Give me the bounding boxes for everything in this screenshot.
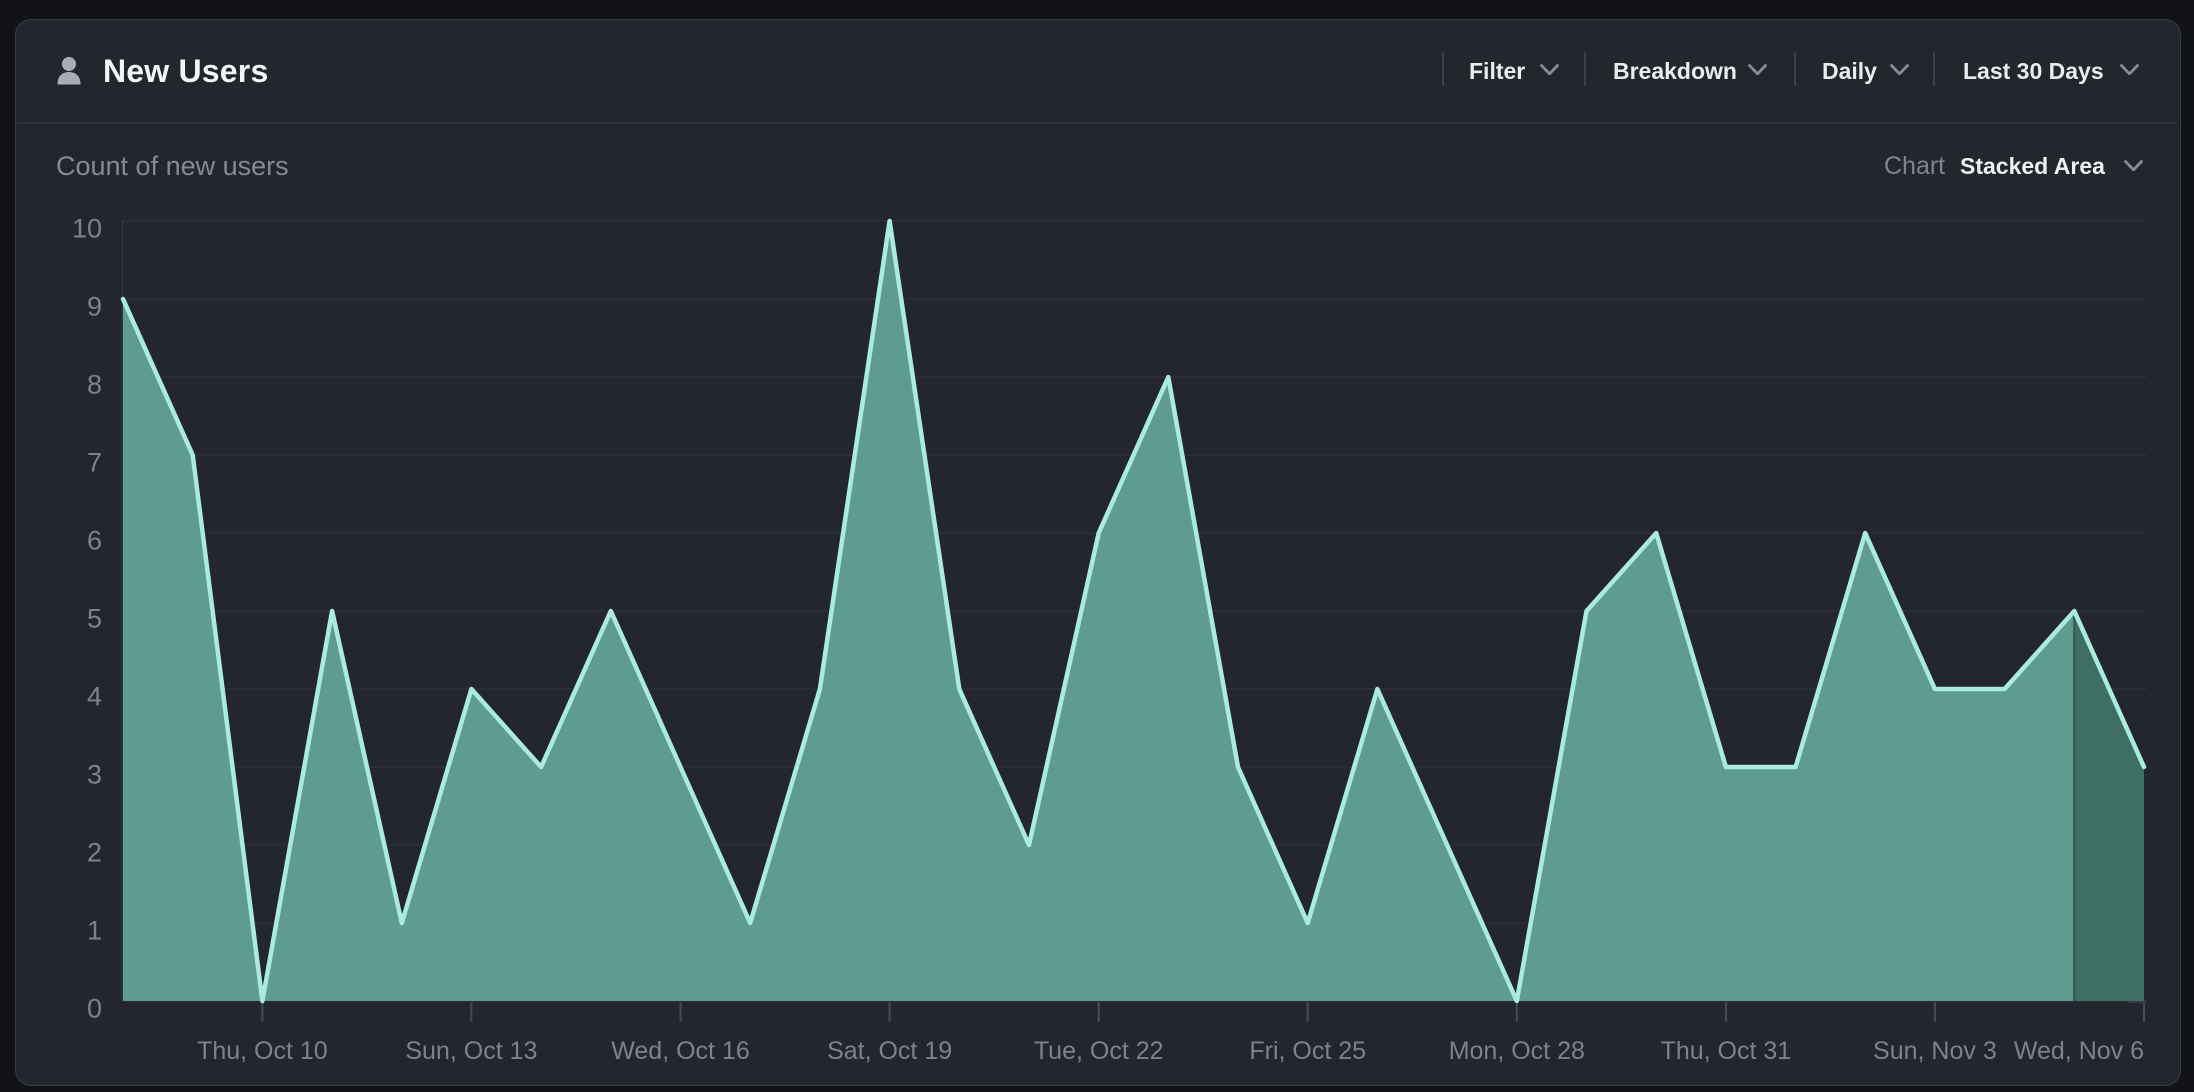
svg-text:9: 9 bbox=[87, 292, 102, 322]
svg-text:10: 10 bbox=[72, 214, 102, 244]
svg-text:Mon, Oct 28: Mon, Oct 28 bbox=[1449, 1037, 1585, 1065]
svg-text:5: 5 bbox=[87, 604, 102, 634]
svg-text:0: 0 bbox=[87, 994, 102, 1024]
svg-text:Sun, Oct 13: Sun, Oct 13 bbox=[405, 1037, 537, 1065]
svg-text:4: 4 bbox=[87, 682, 102, 712]
svg-text:8: 8 bbox=[87, 370, 102, 400]
svg-text:Thu, Oct 31: Thu, Oct 31 bbox=[1661, 1037, 1792, 1065]
svg-text:Tue, Oct 22: Tue, Oct 22 bbox=[1034, 1037, 1164, 1065]
svg-text:2: 2 bbox=[87, 838, 102, 868]
svg-text:Wed, Nov 6: Wed, Nov 6 bbox=[2014, 1037, 2144, 1065]
svg-text:6: 6 bbox=[87, 526, 102, 556]
svg-text:3: 3 bbox=[87, 760, 102, 790]
svg-text:Wed, Oct 16: Wed, Oct 16 bbox=[611, 1037, 750, 1065]
svg-text:Fri, Oct 25: Fri, Oct 25 bbox=[1249, 1037, 1366, 1065]
svg-text:7: 7 bbox=[87, 448, 102, 478]
svg-text:Sun, Nov 3: Sun, Nov 3 bbox=[1873, 1037, 1997, 1065]
svg-text:Sat, Oct 19: Sat, Oct 19 bbox=[827, 1037, 952, 1065]
svg-text:1: 1 bbox=[87, 916, 102, 946]
svg-text:Thu, Oct 10: Thu, Oct 10 bbox=[197, 1037, 328, 1065]
